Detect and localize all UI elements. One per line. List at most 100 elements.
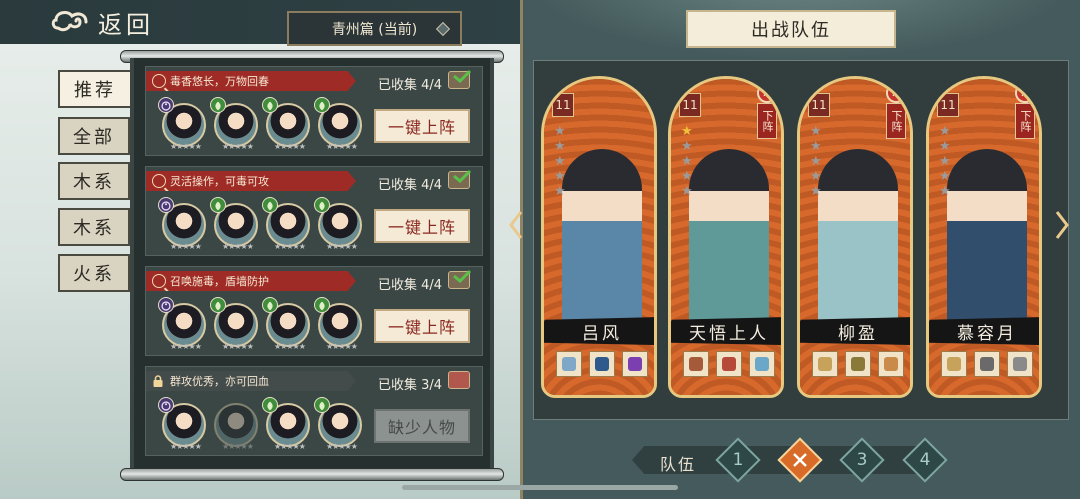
hero-card[interactable]: 11 ★ ★ ★ ★ ★ ✕ 下阵 天悟上人	[668, 76, 784, 398]
hero-figure	[689, 149, 769, 339]
hero-star-rating: ★ ★ ★ ★ ★	[939, 125, 955, 199]
wood-element-icon	[262, 97, 278, 113]
cloud-swirl-icon	[51, 11, 88, 32]
equipment-slot[interactable]	[812, 351, 838, 377]
hero-name: 吕风	[544, 317, 654, 345]
team-number: 3	[856, 450, 868, 470]
lineup-description: 群攻优秀，亦可回血	[170, 375, 269, 388]
prev-arrow-icon[interactable]	[508, 210, 524, 240]
team-title: 出战队伍	[686, 10, 896, 48]
crossed-swords-icon	[786, 446, 814, 474]
hero-name: 天悟上人	[671, 317, 781, 345]
lineup-portraits: ★★★★★ ★★★★★ ★★★★★ ★★★★★	[158, 97, 368, 151]
wood-element-icon	[210, 297, 226, 313]
hero-name: 柳盈	[800, 317, 910, 345]
auto-deploy-button[interactable]: 一键上阵	[374, 309, 470, 343]
wood-element-icon	[314, 97, 330, 113]
chapter-selector[interactable]: 青州篇 (当前)	[287, 11, 462, 46]
equipment-slot[interactable]	[974, 351, 1000, 377]
hero-name: 慕容月	[929, 317, 1039, 345]
star-rating-icon: ★★★★★	[326, 142, 358, 151]
star-rating-icon: ★★★★★	[222, 142, 254, 151]
wood-element-icon	[314, 297, 330, 313]
star-icon: ★	[810, 169, 822, 184]
hero-card[interactable]: 11 ★ ★ ★ ★ ★ 吕风	[541, 76, 657, 398]
star-icon: ★	[554, 124, 566, 139]
wood-element-icon	[314, 197, 330, 213]
star-rating-icon: ★★★★★	[274, 442, 306, 451]
search-icon	[152, 274, 166, 288]
star-icon: ★	[554, 184, 566, 199]
star-icon: ★	[681, 169, 693, 184]
back-button[interactable]: 返回	[50, 4, 154, 40]
remove-hero-button[interactable]: ✕ 下阵	[755, 83, 779, 141]
star-icon: ★	[939, 124, 951, 139]
team-number: 4	[919, 450, 931, 470]
lock-icon	[153, 375, 163, 387]
auto-deploy-button[interactable]: 一键上阵	[374, 209, 470, 243]
hero-figure	[562, 149, 642, 339]
star-icon: ★	[810, 154, 822, 169]
star-rating-icon: ★★★★★	[326, 342, 358, 351]
equipment-slot[interactable]	[556, 351, 582, 377]
star-icon: ★	[810, 184, 822, 199]
yin-element-icon	[158, 297, 174, 313]
lineup-card: 灵活操作，可毒可攻 已收集 4/4 ★★★★★ ★★★★★ ★★★★★ ★★★★★ 一键上阵	[145, 166, 483, 256]
collected-count: 已收集 4/4	[378, 78, 443, 93]
equipment-slot[interactable]	[716, 351, 742, 377]
equipment-row	[812, 351, 904, 377]
hero-portrait[interactable]: ★★★★★	[214, 403, 258, 451]
tab-recommended[interactable]: 推荐	[58, 70, 132, 108]
star-icon: ★	[554, 169, 566, 184]
equipment-slot[interactable]	[589, 351, 615, 377]
star-rating-icon: ★★★★★	[326, 442, 358, 451]
auto-deploy-button[interactable]: 一键上阵	[374, 109, 470, 143]
lineup-portraits: ★★★★★ ★★★★★ ★★★★★ ★★★★★	[158, 197, 368, 251]
equipment-row	[941, 351, 1033, 377]
hero-level-badge: 11	[679, 93, 701, 117]
equipment-slot[interactable]	[1007, 351, 1033, 377]
lineup-card: 毒香悠长，万物回春 已收集 4/4 ★★★★★ ★★★★★ ★★★★★ ★★★★★ 一键上阵	[145, 66, 483, 156]
tab-wood-2[interactable]: 木系	[58, 208, 130, 246]
hero-card[interactable]: 11 ★ ★ ★ ★ ★ ✕ 下阵 柳盈	[797, 76, 913, 398]
equipment-slot[interactable]	[749, 351, 775, 377]
tab-fire[interactable]: 火系	[58, 254, 130, 292]
check-icon	[453, 269, 472, 283]
star-icon: ★	[810, 124, 822, 139]
lineup-description: 毒香悠长，万物回春	[170, 75, 269, 88]
lineup-card: 召唤施毒，盾墙防护 已收集 4/4 ★★★★★ ★★★★★ ★★★★★ ★★★★★ 一键上阵	[145, 266, 483, 356]
wood-element-icon	[210, 197, 226, 213]
star-icon: ★	[939, 154, 951, 169]
equipment-slot[interactable]	[941, 351, 967, 377]
tab-all[interactable]: 全部	[58, 117, 130, 155]
remove-hero-button[interactable]: ✕ 下阵	[1013, 83, 1037, 141]
close-icon: ✕	[1015, 83, 1035, 103]
tab-wood-1[interactable]: 木系	[58, 162, 130, 200]
equipment-slot[interactable]	[878, 351, 904, 377]
missing-hero-button[interactable]: 缺少人物	[374, 409, 470, 443]
remove-label: 下阵	[886, 103, 906, 139]
reward-chest-icon[interactable]	[448, 371, 470, 389]
check-icon	[453, 169, 472, 183]
equipment-row	[556, 351, 648, 377]
equipment-slot[interactable]	[845, 351, 871, 377]
hero-star-rating: ★ ★ ★ ★ ★	[554, 125, 570, 199]
star-rating-icon: ★★★★★	[170, 442, 202, 451]
yin-element-icon	[158, 397, 174, 413]
next-arrow-icon[interactable]	[1054, 210, 1070, 240]
remove-hero-button[interactable]: ✕ 下阵	[884, 83, 908, 141]
star-icon: ★	[939, 139, 951, 154]
remove-label: 下阵	[1015, 103, 1035, 139]
hero-level-badge: 11	[808, 93, 830, 117]
equipment-slot[interactable]	[622, 351, 648, 377]
lineup-card: 群攻优秀，亦可回血 已收集 3/4 ★★★★★ ★★★★★ ★★★★★ ★★★★★ 缺少人物	[145, 366, 483, 456]
collected-count: 已收集 4/4	[378, 178, 443, 193]
equipment-row	[683, 351, 775, 377]
collected-count: 已收集 3/4	[378, 378, 443, 393]
hero-card[interactable]: 11 ★ ★ ★ ★ ★ ✕ 下阵 慕容月	[926, 76, 1042, 398]
equipment-slot[interactable]	[683, 351, 709, 377]
star-rating-icon: ★★★★★	[326, 242, 358, 251]
star-icon: ★	[681, 124, 693, 139]
wood-element-icon	[210, 97, 226, 113]
star-rating-icon: ★★★★★	[170, 242, 202, 251]
